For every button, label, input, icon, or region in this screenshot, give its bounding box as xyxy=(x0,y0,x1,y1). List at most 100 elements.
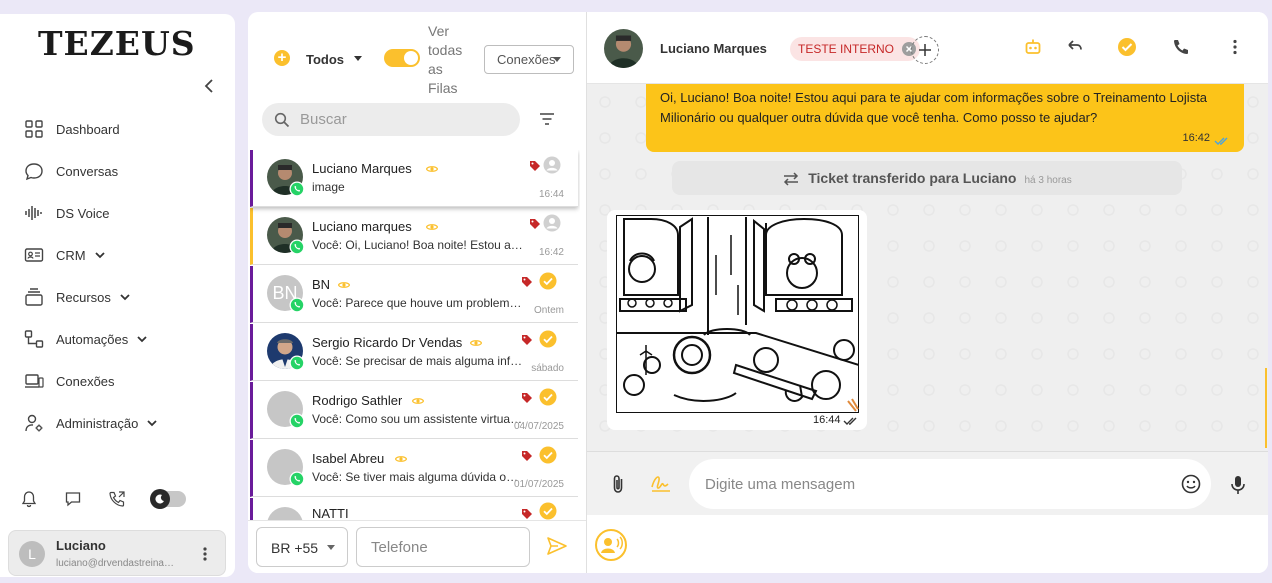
eye-icon[interactable] xyxy=(426,165,438,173)
system-message-text: Ticket transferido para Luciano xyxy=(808,170,1017,186)
ticket-item[interactable]: Isabel Abreu Você: Se tiver mais alguma … xyxy=(250,440,578,497)
sidebar-item-recursos[interactable]: Recursos xyxy=(24,282,131,312)
more-vertical-icon[interactable] xyxy=(199,545,211,563)
sidebar-item-crm[interactable]: CRM xyxy=(24,240,106,270)
sidebar-item-label: Conversas xyxy=(56,163,119,179)
chat-header: Luciano Marques TESTE INTERNO xyxy=(587,12,1268,84)
sidebar-item-conversas[interactable]: Conversas xyxy=(24,156,118,186)
voice-assistant-button[interactable] xyxy=(595,529,627,561)
eye-icon[interactable] xyxy=(395,455,407,463)
voice-user-icon xyxy=(601,536,623,553)
double-check-icon xyxy=(843,417,857,425)
tag-icon xyxy=(530,219,540,229)
ticket-item[interactable]: Luciano Marques image 16:44 xyxy=(250,150,578,207)
scrollbar[interactable] xyxy=(1265,368,1267,448)
phone-forward-icon[interactable] xyxy=(108,490,126,508)
caret-down-icon[interactable] xyxy=(354,56,362,61)
ticket-item[interactable]: Sergio Ricardo Dr Vendas Você: Se precis… xyxy=(250,324,578,381)
whatsapp-icon xyxy=(289,413,305,429)
user-placeholder-icon xyxy=(543,156,561,174)
chat-messages: Oi, Luciano! Boa noite! Estou aqui para … xyxy=(587,84,1268,451)
sidebar-quick-actions xyxy=(20,489,186,509)
ticket-item[interactable]: BN BN Você: Parece que houve um problema… xyxy=(250,266,578,323)
chat-bubble-icon xyxy=(25,163,43,181)
id-card-icon xyxy=(24,248,44,262)
signature-icon[interactable] xyxy=(650,473,672,493)
image-message[interactable]: 16:44 xyxy=(607,210,867,430)
microphone-icon[interactable] xyxy=(1230,475,1246,495)
ticket-time: 01/07/2025 xyxy=(513,479,564,490)
ticket-item[interactable]: Rodrigo Sathler Você: Como sou um assist… xyxy=(250,382,578,439)
phone-input[interactable] xyxy=(356,527,530,567)
check-circle-icon[interactable] xyxy=(539,502,557,520)
check-circle-icon[interactable] xyxy=(539,272,557,290)
check-circle-icon[interactable] xyxy=(539,388,557,406)
show-all-queues-toggle[interactable] xyxy=(384,49,420,67)
bell-icon[interactable] xyxy=(20,490,38,508)
new-contact-bar: BR +55 xyxy=(248,520,586,573)
stack-icon xyxy=(25,288,43,306)
whatsapp-icon xyxy=(289,239,305,255)
ticket-last-message: image xyxy=(312,180,345,194)
devices-icon xyxy=(25,374,44,388)
paperclip-icon[interactable] xyxy=(609,474,627,494)
eye-icon[interactable] xyxy=(338,281,350,289)
search-icon xyxy=(274,112,290,128)
user-placeholder-icon xyxy=(543,214,561,232)
search-box xyxy=(262,103,520,136)
user-profile-card[interactable]: L Luciano luciano@drvendastreinamentos.c… xyxy=(8,530,226,576)
ticket-item[interactable]: NATTI xyxy=(250,498,578,520)
moon-icon xyxy=(150,489,170,509)
sidebar-item-label: Recursos xyxy=(56,289,111,305)
connections-select-value: Conexões xyxy=(497,52,556,67)
sidebar-item-ds-voice[interactable]: DS Voice xyxy=(24,198,109,228)
ticket-list-panel: + Todos Ver todas as Filas Conexões Luci… xyxy=(248,12,586,573)
ticket-item[interactable]: Luciano marques Você: Oi, Luciano! Boa n… xyxy=(250,208,578,265)
transfer-icon xyxy=(784,172,799,186)
ticket-contact-name: Isabel Abreu xyxy=(312,451,385,466)
caret-down-icon xyxy=(553,57,561,62)
avatar[interactable] xyxy=(604,29,643,68)
message-square-icon[interactable] xyxy=(64,490,82,508)
ticket-last-message: Você: Se precisar de mais alguma informa… xyxy=(312,354,524,368)
tag-chip[interactable]: TESTE INTERNO xyxy=(790,37,921,61)
sidebar-item-automacoes[interactable]: Automações xyxy=(24,324,148,354)
message-input[interactable] xyxy=(705,459,1165,509)
connections-select[interactable]: Conexões xyxy=(484,45,574,74)
sidebar-item-conexoes[interactable]: Conexões xyxy=(24,366,115,396)
sidebar-item-dashboard[interactable]: Dashboard xyxy=(24,114,120,144)
theme-toggle[interactable] xyxy=(150,489,186,509)
eye-icon[interactable] xyxy=(412,397,424,405)
ticket-last-message: Você: Se tiver mais alguma dúvida ou pre… xyxy=(312,470,524,484)
status-filter[interactable]: Todos xyxy=(306,52,344,67)
country-code-select[interactable]: BR +55 xyxy=(256,527,348,567)
user-email: luciano@drvendastreinamentos.com xyxy=(56,558,181,569)
check-circle-icon[interactable] xyxy=(539,330,557,348)
ticket-contact-name: Luciano Marques xyxy=(312,161,412,176)
send-icon[interactable] xyxy=(546,535,568,557)
search-input[interactable] xyxy=(300,103,510,136)
tag-chip-label: TESTE INTERNO xyxy=(798,42,895,56)
undo-icon[interactable] xyxy=(1065,37,1085,57)
phone-icon[interactable] xyxy=(1171,37,1191,57)
sidebar-item-administracao[interactable]: Administração xyxy=(24,408,158,438)
eye-icon[interactable] xyxy=(470,339,482,347)
system-message-time: há 3 horas xyxy=(1024,175,1072,186)
chat-contact-name[interactable]: Luciano Marques xyxy=(660,41,767,56)
coloring-page-image[interactable] xyxy=(616,215,859,413)
whatsapp-icon xyxy=(289,297,305,313)
more-vertical-icon[interactable] xyxy=(1225,37,1245,57)
collapse-sidebar-button[interactable] xyxy=(200,76,220,96)
add-tag-button[interactable] xyxy=(911,36,939,64)
eye-icon[interactable] xyxy=(426,223,438,231)
outgoing-message: Oi, Luciano! Boa noite! Estou aqui para … xyxy=(646,84,1244,152)
new-ticket-button[interactable]: + xyxy=(274,50,290,66)
filter-icon[interactable] xyxy=(539,112,555,126)
flow-icon xyxy=(24,330,44,348)
check-circle-icon[interactable] xyxy=(539,446,557,464)
emoji-icon[interactable] xyxy=(1181,474,1201,494)
chat-panel: Luciano Marques TESTE INTERNO Oi, Lucian… xyxy=(586,12,1268,573)
plus-icon xyxy=(919,44,931,56)
robot-icon[interactable] xyxy=(1023,37,1043,57)
check-circle-icon[interactable] xyxy=(1117,37,1137,57)
